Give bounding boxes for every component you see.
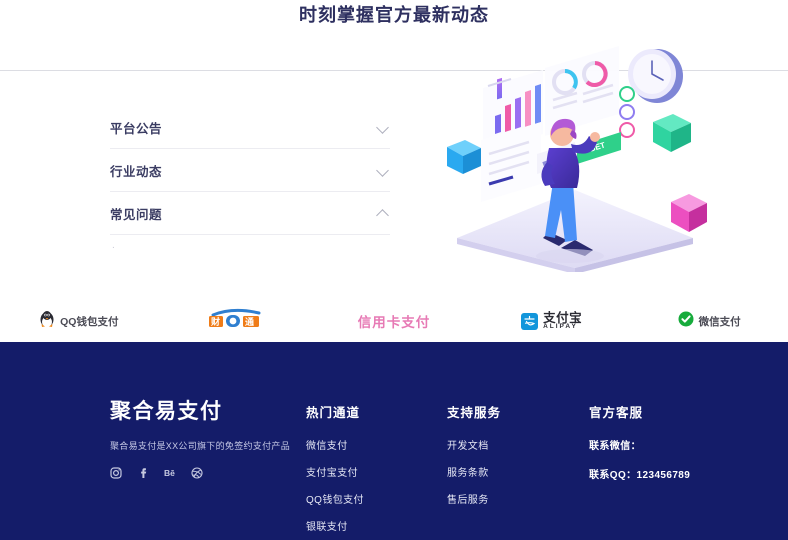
- accordion-header[interactable]: 常见问题: [110, 192, 390, 234]
- accordion-item-label: 行业动态: [110, 164, 163, 179]
- cube-pink-shape: [671, 194, 707, 232]
- qq-penguin-icon: [39, 310, 55, 333]
- accordion-panel-faq: .: [110, 235, 390, 261]
- accordion-item-industry-news[interactable]: 行业动态: [110, 149, 390, 192]
- alipay-logo[interactable]: 支付宝 ALIPAY: [473, 311, 631, 331]
- clock-shape: [628, 49, 683, 103]
- svg-text:Bē: Bē: [164, 468, 175, 478]
- payment-logo-sublabel: ALIPAY: [543, 323, 578, 330]
- behance-icon[interactable]: Bē: [164, 466, 176, 478]
- accordion-panel-text: .: [112, 240, 115, 251]
- payment-logo-label: QQ钱包支付: [60, 315, 119, 328]
- footer-link[interactable]: 售后服务: [447, 491, 501, 506]
- isometric-dashboard-person-illustration: GET: [425, 42, 725, 272]
- payment-logo-label: 微信支付: [698, 315, 741, 328]
- footer-column-title: 支持服务: [447, 406, 502, 420]
- footer-link[interactable]: 微信支付: [306, 437, 364, 452]
- wechat-check-icon: [678, 311, 694, 332]
- dribbble-icon[interactable]: [191, 466, 203, 479]
- payment-logos-row: QQ钱包支付 财 通 财付通 信用卡支付: [0, 300, 788, 342]
- svg-text:财: 财: [210, 316, 220, 327]
- accordion-item-label: 平台公告: [110, 121, 163, 136]
- accordion-item-faq[interactable]: 常见问题: [110, 192, 390, 235]
- accordion-item-label: 常见问题: [110, 207, 163, 222]
- footer-link[interactable]: 服务条款: [447, 464, 501, 479]
- brand-name: 聚合易支付: [110, 400, 223, 423]
- accordion-header[interactable]: 平台公告: [110, 106, 390, 148]
- footer-column-support: 支持服务 开发文档 服务条款 售后服务: [447, 402, 501, 518]
- cube-green-shape: [653, 114, 691, 152]
- footer-link[interactable]: 支付宝支付: [306, 464, 364, 479]
- site-footer: 聚合易支付 聚合易支付是XX公司旗下的免签约支付产品 Bē 热门通道 微信支付 …: [0, 342, 788, 540]
- footer-column-title: 官方客服: [589, 406, 644, 420]
- footer-brand: 聚合易支付 聚合易支付是XX公司旗下的免签约支付产品 Bē: [110, 395, 291, 479]
- footer-column-channels: 热门通道 微信支付 支付宝支付 QQ钱包支付 银联支付 更多产品>: [306, 402, 364, 540]
- news-and-footer-page: 时刻掌握官方最新动态 平台公告 行业动态 常见问题 . GET QQ钱包支付 财…: [0, 0, 788, 540]
- footer-column-service: 官方客服 联系微信： 联系QQ：123456789: [589, 402, 690, 495]
- tenpay-logo[interactable]: 财 通 财付通: [158, 308, 316, 335]
- svg-text:通: 通: [245, 316, 254, 327]
- news-accordion: 平台公告 行业动态 常见问题 .: [110, 106, 390, 261]
- footer-column-title: 热门通道: [306, 406, 361, 420]
- wechat-pay-logo[interactable]: 微信支付: [630, 311, 788, 332]
- instagram-icon[interactable]: [110, 466, 122, 479]
- qq-wallet-pay-logo[interactable]: QQ钱包支付: [0, 310, 158, 333]
- facebook-icon[interactable]: [137, 466, 149, 478]
- footer-link[interactable]: 银联支付: [306, 518, 364, 533]
- social-links: Bē: [110, 466, 290, 479]
- service-qq: 联系QQ：123456789: [589, 470, 691, 481]
- chevron-up-icon[interactable]: [376, 206, 390, 220]
- accordion-header[interactable]: 行业动态: [110, 149, 390, 191]
- cube-blue-shape: [447, 140, 481, 174]
- credit-card-pay-logo[interactable]: 信用卡支付: [315, 311, 473, 331]
- alipay-wordmark: 支付宝 ALIPAY: [543, 311, 582, 331]
- chevron-down-icon[interactable]: [376, 163, 390, 177]
- page-title: 时刻掌握官方最新动态: [299, 5, 489, 25]
- brand-tagline: 聚合易支付是XX公司旗下的免签约支付产品: [110, 441, 291, 451]
- footer-link[interactable]: QQ钱包支付: [306, 491, 364, 506]
- accordion-item-platform-notice[interactable]: 平台公告: [110, 106, 390, 149]
- footer-link[interactable]: 开发文档: [447, 437, 501, 452]
- service-wechat: 联系微信：: [589, 441, 641, 452]
- tenpay-icon: 财 通: [207, 308, 265, 335]
- payment-logo-label: 信用卡支付: [357, 315, 431, 330]
- alipay-icon: [521, 312, 539, 330]
- chevron-down-icon[interactable]: [376, 120, 390, 134]
- toggle-icons: [619, 86, 635, 138]
